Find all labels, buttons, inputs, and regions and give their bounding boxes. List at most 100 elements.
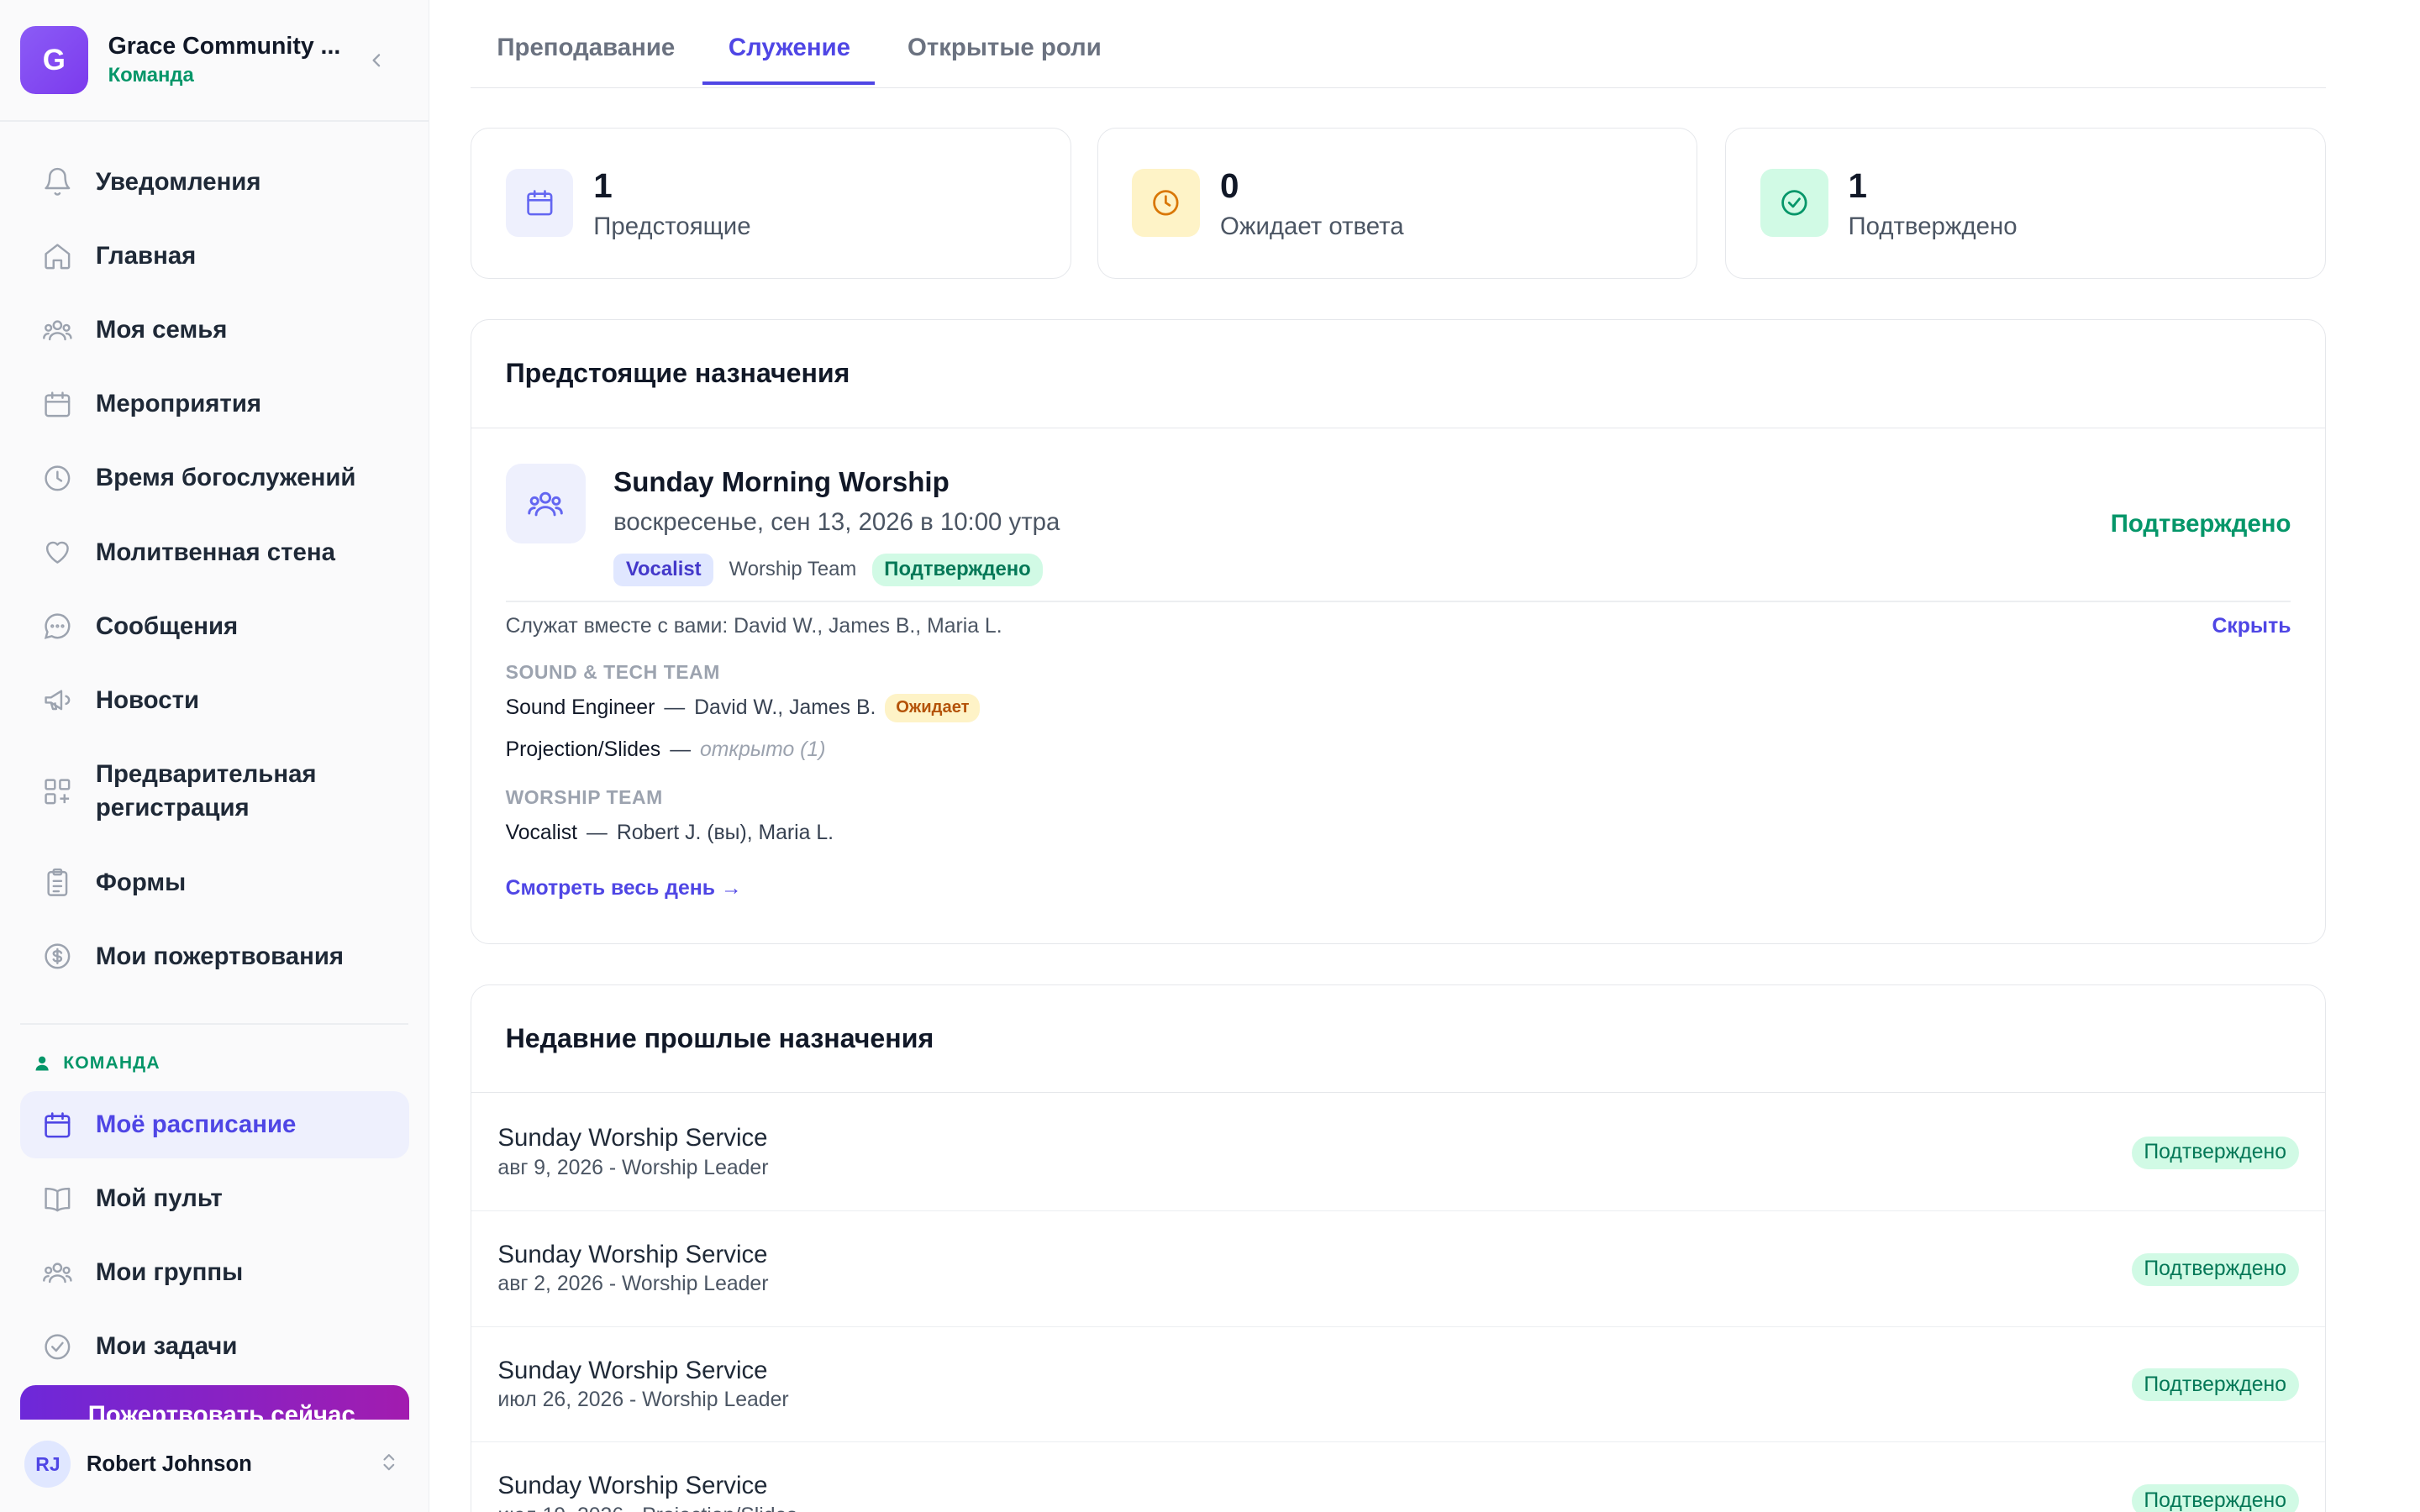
sidebar: G Grace Community ... Команда Уведомлени… [0,0,429,1512]
list-item[interactable]: Sunday Worship Service авг 2, 2026 - Wor… [471,1210,2325,1326]
chevrons-up-down-icon [383,1454,395,1471]
nav-item-pre-registration[interactable]: Предварительная регистрация [20,741,409,843]
serving-with-text: Служат вместе с вами: David W., James B.… [505,614,1002,638]
stat-value: 0 [1219,165,1239,205]
nav-label: Главная [95,241,197,270]
stat-card-confirmed: 1 Подтверждено [1725,128,2326,280]
nav-item-my-groups[interactable]: Мои группы [20,1239,409,1307]
stat-card-upcoming: 1 Предстоящие [471,128,1071,280]
nav-label: Формы [95,868,187,896]
role-people: David W., James B. [694,696,876,719]
tab-teaching[interactable]: Преподавание [497,34,675,87]
clipboard-icon [40,865,74,899]
view-full-day-link[interactable]: Смотреть весь день → [506,877,742,900]
clock-icon [40,461,74,495]
main-nav: Уведомления Главная Моя семья Мероприяти… [20,148,409,996]
book-icon [40,1182,74,1215]
team-name: Worship Team [729,558,857,580]
chat-icon [40,609,74,643]
nav-item-donations[interactable]: Мои пожертвования [20,922,409,990]
user-menu[interactable]: RJ Robert Johnson [20,1431,409,1496]
stat-label: Предстоящие [593,212,751,240]
group-heading: SOUND & TECH TEAM [505,661,720,684]
past-subtitle: июл 26, 2026 - Worship Leader [497,1389,789,1412]
org-switcher[interactable]: G Grace Community ... Команда [19,26,409,95]
nav-label: Мои задачи [95,1332,238,1361]
event-date: воскресенье, сен 13, 2026 в 10:00 утра [613,508,1060,537]
past-subtitle: авг 9, 2026 - Worship Leader [497,1156,769,1179]
chevron-left-icon [372,53,381,67]
list-item[interactable]: Sunday Worship Service авг 9, 2026 - Wor… [471,1095,2325,1210]
event-tags: Vocalist Worship Team Подтверждено [613,553,1044,586]
nav-label: Мой пульт [95,1184,223,1213]
stat-value: 1 [1848,165,1867,205]
check-circle-icon [40,1330,74,1363]
team-section-text: КОМАНДА [63,1053,160,1074]
tab-serving[interactable]: Служение [729,34,850,87]
status-badge: Подтверждено [871,553,1044,586]
upcoming-assignments-card: Предстоящие назначения Sunday Morning Wo… [471,319,2326,945]
avatar: RJ [24,1441,71,1488]
calendar-icon [40,1108,74,1142]
nav-item-forms[interactable]: Формы [20,848,409,916]
nav-item-my-tasks[interactable]: Мои задачи [20,1313,409,1381]
stat-icon-bg [1132,169,1201,237]
stat-icon-bg [505,169,574,237]
nav-label: Время богослужений [95,464,356,492]
past-title: Sunday Worship Service [497,1240,768,1268]
nav-label: Уведомления [95,167,261,196]
nav-label: Сообщения [95,612,239,640]
tab-bar: Преподавание Служение Открытые роли [471,0,2326,88]
clock-icon [1153,190,1179,216]
tab-open-roles[interactable]: Открытые роли [908,34,1102,87]
calendar-icon [40,387,74,421]
nav-label: Молитвенная стена [95,538,335,566]
family-icon [40,313,74,347]
org-avatar: G [19,26,88,95]
group-heading: WORSHIP TEAM [505,785,663,808]
nav-item-my-console[interactable]: Мой пульт [20,1165,409,1233]
calendar-icon [526,190,553,216]
past-title: Sunday Worship Service [497,1124,768,1152]
stat-card-pending: 0 Ожидает ответа [1097,128,1698,280]
past-subtitle: июл 19, 2026 - Projection/Slides [497,1504,797,1512]
family-icon [40,1256,74,1289]
nav-item-service-times[interactable]: Время богослужений [20,444,409,512]
nav-item-messages[interactable]: Сообщения [20,592,409,660]
team-nav: Моё расписание Мой пульт Мои группы Мои … [19,1090,409,1388]
nav-item-notifications[interactable]: Уведомления [20,148,409,216]
past-assignments-card: Недавние прошлые назначения Sunday Worsh… [471,984,2326,1512]
org-role: Команда [108,63,194,87]
assignment-status: Подтверждено [2110,510,2291,538]
nav-label: Мои группы [95,1258,244,1287]
heart-icon [40,535,74,569]
nav-item-prayer-wall[interactable]: Молитвенная стена [20,518,409,586]
nav-item-news[interactable]: Новости [20,666,409,734]
group-role-line: Projection/Slides — открыто (1) [506,738,826,762]
org-name: Grace Community ... [108,33,341,60]
grid-icon [40,774,74,808]
sidebar-divider [0,120,429,123]
donate-now-button[interactable]: Пожертвовать сейчас [19,1385,409,1420]
nav-item-family[interactable]: Моя семья [20,297,409,365]
collapse-sidebar-button[interactable] [361,45,392,76]
stat-value: 1 [593,165,613,205]
nav-label: Моя семья [95,316,228,344]
nav-item-my-schedule[interactable]: Моё расписание [19,1090,409,1159]
event-title[interactable]: Sunday Morning Worship [613,467,950,499]
list-item[interactable]: Sunday Worship Service июл 26, 2026 - Wo… [471,1326,2325,1442]
role-name: Projection/Slides [505,738,661,761]
list-item[interactable]: Sunday Worship Service июл 19, 2026 - Pr… [471,1441,2325,1512]
nav-label: Мероприятия [95,390,262,418]
team-icon [528,491,564,517]
nav-item-events[interactable]: Мероприятия [20,370,409,438]
hide-link[interactable]: Скрыть [2212,615,2291,638]
open-slots: открыто (1) [699,738,826,761]
role-name: Vocalist [505,822,577,845]
card-title: Недавние прошлые назначения [471,985,2325,1094]
role-name: Sound Engineer [505,696,655,719]
assignment-item: Sunday Morning Worship воскресенье, сен … [471,430,2325,943]
separator: — [664,696,686,719]
status-badge: Подтверждено [2131,1252,2299,1286]
nav-item-home[interactable]: Главная [20,222,409,290]
